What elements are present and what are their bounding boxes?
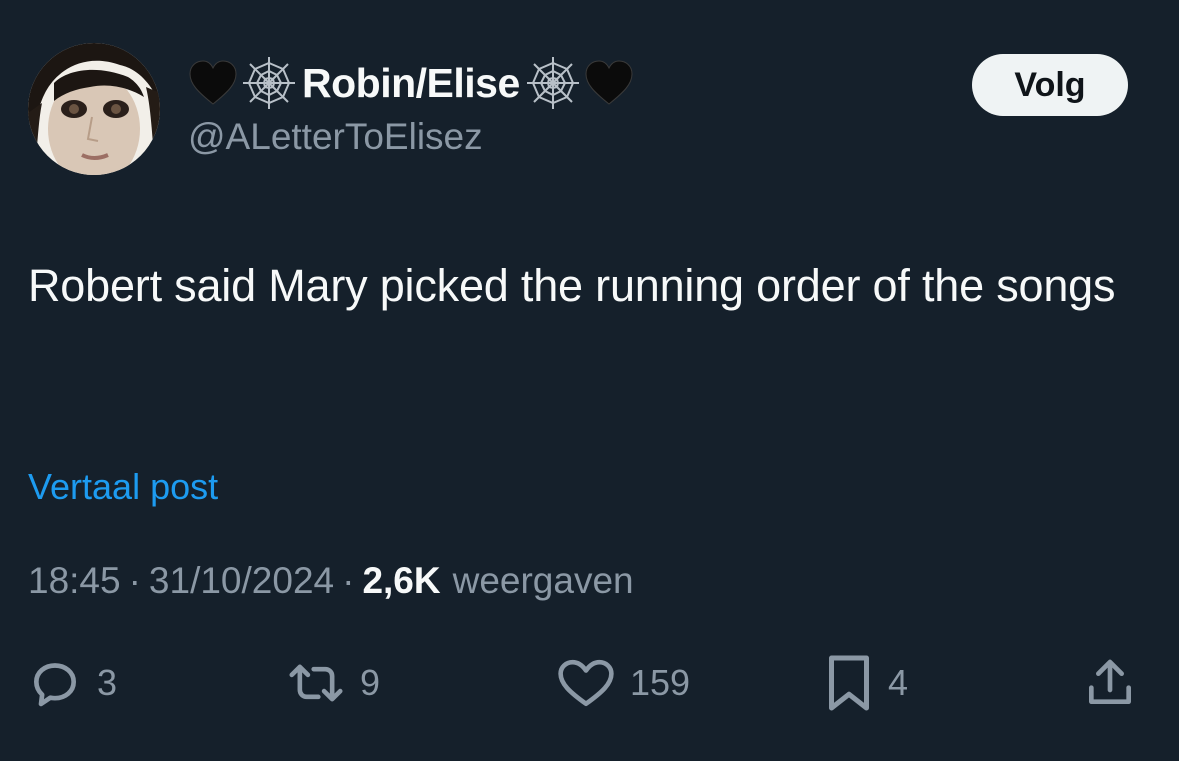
views-count: 2,6K <box>362 560 441 601</box>
author-display-name[interactable]: Robin/Elise <box>302 60 520 107</box>
meta-separator: · <box>342 560 355 601</box>
translate-post-link[interactable]: Vertaal post <box>28 466 218 508</box>
post-time[interactable]: 18:45 <box>28 560 121 602</box>
meta-separator: · <box>128 560 141 601</box>
share-button[interactable] <box>1082 655 1138 711</box>
like-count: 159 <box>630 662 691 703</box>
bookmark-count: 4 <box>888 662 909 703</box>
reply-count: 3 <box>97 662 118 703</box>
black-heart-icon <box>188 60 238 106</box>
author-handle[interactable]: @ALetterToElisez <box>188 116 483 158</box>
avatar-image <box>28 43 160 175</box>
post-date[interactable]: 31/10/2024 <box>149 560 334 602</box>
tweet: Robin/Elise @ALetterToElisez Volg Robert… <box>0 0 1179 761</box>
views-label: weergaven <box>452 560 634 601</box>
follow-button[interactable]: Volg <box>972 54 1128 116</box>
heart-icon <box>556 655 616 711</box>
bookmark-button[interactable]: 4 <box>824 655 908 711</box>
bookmark-icon <box>824 653 874 713</box>
author-name-row[interactable]: Robin/Elise <box>188 54 634 112</box>
tweet-meta: 18:45 · 31/10/2024 · 2,6K weergaven <box>28 557 634 605</box>
repost-count: 9 <box>360 662 381 703</box>
like-button[interactable]: 159 <box>556 655 690 711</box>
reply-button[interactable]: 3 <box>27 655 117 711</box>
avatar[interactable] <box>28 43 160 175</box>
reply-icon <box>27 655 83 711</box>
spider-web-icon <box>525 55 581 111</box>
share-icon <box>1082 655 1138 711</box>
repost-icon <box>286 655 346 711</box>
spider-web-icon <box>241 55 297 111</box>
repost-button[interactable]: 9 <box>286 655 380 711</box>
tweet-text: Robert said Mary picked the running orde… <box>28 260 1116 311</box>
black-heart-icon <box>584 60 634 106</box>
